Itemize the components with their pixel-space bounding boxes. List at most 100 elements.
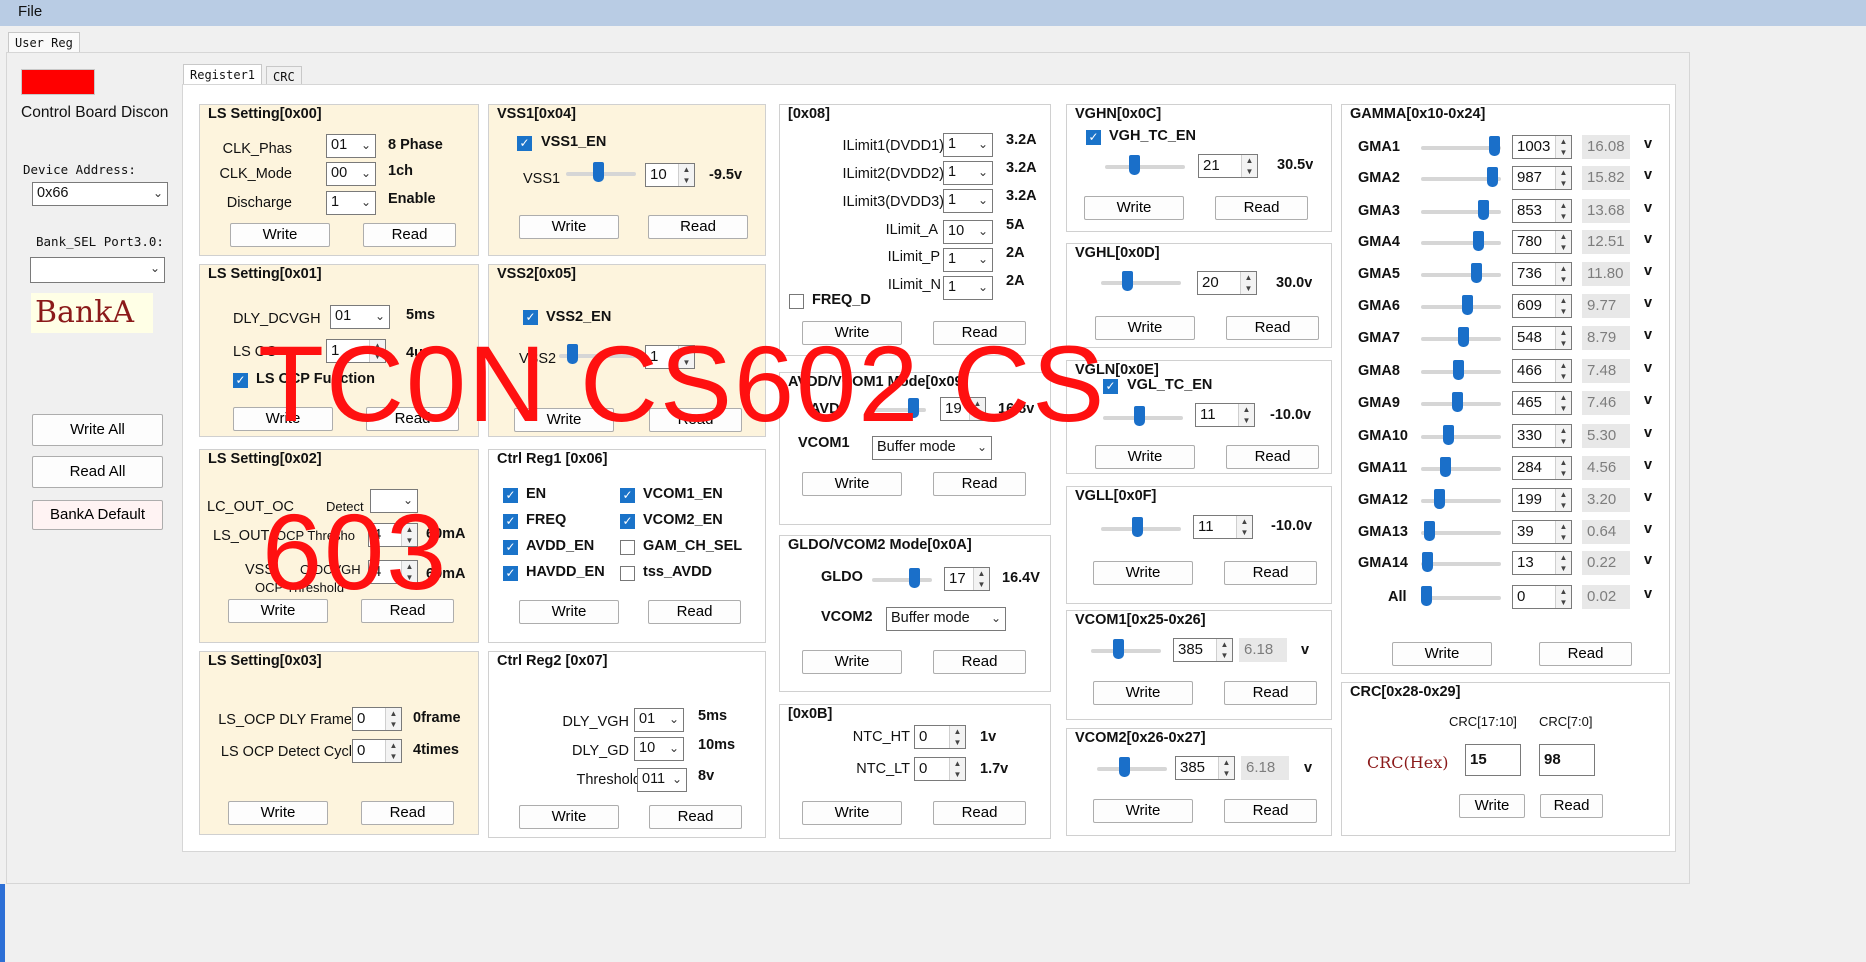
vgll-slider-thumb[interactable] <box>1132 517 1144 537</box>
write-button[interactable]: Write <box>230 223 330 247</box>
write-button[interactable]: Write <box>519 600 619 624</box>
gamma-slider-thumb[interactable] <box>1478 200 1490 220</box>
spinner-arrows-icon[interactable]: ▲ ▼ <box>949 726 965 748</box>
ilimit-n-select[interactable]: 1 ⌄ <box>943 276 993 300</box>
read-button[interactable]: Read <box>1226 445 1319 469</box>
ilimit-a-select[interactable]: 10 ⌄ <box>943 220 993 244</box>
write-button[interactable]: Write <box>1093 681 1193 705</box>
spinner-arrows-icon[interactable]: ▲ ▼ <box>1555 552 1571 574</box>
spinner-arrows-icon[interactable]: ▲ ▼ <box>1555 327 1571 349</box>
tab-register1[interactable]: Register1 <box>183 64 263 85</box>
bank-default-button[interactable]: BankA Default <box>32 500 163 530</box>
vcom1-en-checkbox[interactable]: ✓ <box>620 488 635 503</box>
gamma-slider[interactable] <box>1421 273 1501 277</box>
ilimit1-select[interactable]: 1 ⌄ <box>943 133 993 157</box>
spinner-arrows-icon[interactable]: ▲ ▼ <box>1240 272 1256 294</box>
dly-gd-select[interactable]: 10 ⌄ <box>634 737 684 761</box>
vghn-slider[interactable] <box>1105 165 1185 169</box>
threshold-select[interactable]: 011 ⌄ <box>637 768 687 792</box>
spinner-arrows-icon[interactable]: ▲ ▼ <box>1236 516 1252 538</box>
spinner-arrows-icon[interactable]: ▲ ▼ <box>1555 489 1571 511</box>
ilimit2-select[interactable]: 1 ⌄ <box>943 161 993 185</box>
gamma-value-input[interactable]: 39 ▲ ▼ <box>1512 520 1572 544</box>
spinner-arrows-icon[interactable]: ▲ ▼ <box>1555 136 1571 158</box>
avdd-en-checkbox[interactable]: ✓ <box>503 540 518 555</box>
vghl-value-input[interactable]: 20 ▲ ▼ <box>1197 271 1257 295</box>
dly-vgh-select[interactable]: 01 ⌄ <box>634 708 684 732</box>
spinner-arrows-icon[interactable]: ▲ ▼ <box>1238 404 1254 426</box>
clk-mode-select[interactable]: 00 ⌄ <box>326 162 376 186</box>
discharge-select[interactable]: 1 ⌄ <box>326 191 376 215</box>
spinner-arrows-icon[interactable]: ▲ ▼ <box>1218 757 1234 779</box>
gamma-value-input[interactable]: 780 ▲ ▼ <box>1512 230 1572 254</box>
ls-ocp-function-checkbox[interactable]: ✓ <box>233 373 248 388</box>
en-checkbox[interactable]: ✓ <box>503 488 518 503</box>
write-button[interactable]: Write <box>519 805 619 829</box>
vghl-slider[interactable] <box>1101 281 1181 285</box>
gamma-slider-thumb[interactable] <box>1421 552 1433 572</box>
gamma-slider[interactable] <box>1421 562 1501 566</box>
write-button[interactable]: Write <box>1095 316 1195 340</box>
gam-ch-sel-checkbox[interactable] <box>620 540 635 555</box>
vgh-tc-en-checkbox[interactable]: ✓ <box>1086 130 1101 145</box>
crc-write-button[interactable]: Write <box>1459 794 1525 818</box>
spinner-arrows-icon[interactable]: ▲ ▼ <box>385 708 401 730</box>
crc-read-button[interactable]: Read <box>1540 794 1603 818</box>
spinner-arrows-icon[interactable]: ▲ ▼ <box>1555 392 1571 414</box>
write-button[interactable]: Write <box>1095 445 1195 469</box>
write-button[interactable]: Write <box>802 801 902 825</box>
gamma-slider[interactable] <box>1421 596 1501 600</box>
gamma-value-input[interactable]: 330 ▲ ▼ <box>1512 424 1572 448</box>
freq-checkbox[interactable]: ✓ <box>503 514 518 529</box>
write-button[interactable]: Write <box>1093 799 1193 823</box>
read-button[interactable]: Read <box>649 805 742 829</box>
gamma-value-input[interactable]: 0 ▲ ▼ <box>1512 585 1572 609</box>
gamma-slider[interactable] <box>1421 499 1501 503</box>
spinner-arrows-icon[interactable]: ▲ ▼ <box>1555 231 1571 253</box>
gldo-value-input[interactable]: 17 ▲ ▼ <box>944 567 990 591</box>
read-button[interactable]: Read <box>1226 316 1319 340</box>
gamma-value-input[interactable]: 853 ▲ ▼ <box>1512 199 1572 223</box>
vcom2-mode-select[interactable]: Buffer mode ⌄ <box>886 607 1006 631</box>
read-button[interactable]: Read <box>1224 799 1317 823</box>
gamma-slider-thumb[interactable] <box>1473 231 1485 251</box>
vgln-slider-thumb[interactable] <box>1134 406 1146 426</box>
gamma-slider[interactable] <box>1421 467 1501 471</box>
bank-sel-select[interactable]: ⌄ <box>30 257 165 283</box>
read-button[interactable]: Read <box>933 801 1026 825</box>
gamma-value-input[interactable]: 548 ▲ ▼ <box>1512 326 1572 350</box>
vghn-slider-thumb[interactable] <box>1129 155 1141 175</box>
vcom2-slider-thumb[interactable] <box>1119 757 1131 777</box>
ilimit3-select[interactable]: 1 ⌄ <box>943 189 993 213</box>
gamma-slider-thumb[interactable] <box>1423 521 1435 541</box>
freq-d-checkbox[interactable] <box>789 294 804 309</box>
read-button[interactable]: Read <box>1224 561 1317 585</box>
spinner-arrows-icon[interactable]: ▲ ▼ <box>973 568 989 590</box>
vghl-slider-thumb[interactable] <box>1121 271 1133 291</box>
device-address-select[interactable]: 0x66 ⌄ <box>32 182 168 206</box>
ilimit-p-select[interactable]: 1 ⌄ <box>943 248 993 272</box>
havdd-en-checkbox[interactable]: ✓ <box>503 566 518 581</box>
vghn-value-input[interactable]: 21 ▲ ▼ <box>1198 154 1258 178</box>
ntc-lt-input[interactable]: 0 ▲ ▼ <box>914 757 966 781</box>
gamma-slider-thumb[interactable] <box>1452 360 1464 380</box>
gamma-value-input[interactable]: 466 ▲ ▼ <box>1512 359 1572 383</box>
gldo-slider-thumb[interactable] <box>908 568 920 588</box>
tab-user-reg[interactable]: User Reg <box>8 32 80 53</box>
gamma-slider-thumb[interactable] <box>1443 425 1455 445</box>
vss1-value-input[interactable]: 10 ▲ ▼ <box>645 163 695 187</box>
vgll-value-input[interactable]: 11 ▲ ▼ <box>1193 515 1253 539</box>
read-button[interactable]: Read <box>933 650 1026 674</box>
gamma-slider[interactable] <box>1421 241 1501 245</box>
gldo-slider[interactable] <box>872 578 932 582</box>
gamma-slider-thumb[interactable] <box>1434 489 1446 509</box>
write-button[interactable]: Write <box>228 801 328 825</box>
vss1-slider-thumb[interactable] <box>592 162 604 182</box>
vgln-value-input[interactable]: 11 ▲ ▼ <box>1195 403 1255 427</box>
ls-ocp-dly-frame-input[interactable]: 0 ▲ ▼ <box>352 707 402 731</box>
spinner-arrows-icon[interactable]: ▲ ▼ <box>1241 155 1257 177</box>
write-button[interactable]: Write <box>1093 561 1193 585</box>
vcom2-value-input[interactable]: 385 ▲ ▼ <box>1175 756 1235 780</box>
gamma-value-input[interactable]: 987 ▲ ▼ <box>1512 166 1572 190</box>
spinner-arrows-icon[interactable]: ▲ ▼ <box>1555 586 1571 608</box>
